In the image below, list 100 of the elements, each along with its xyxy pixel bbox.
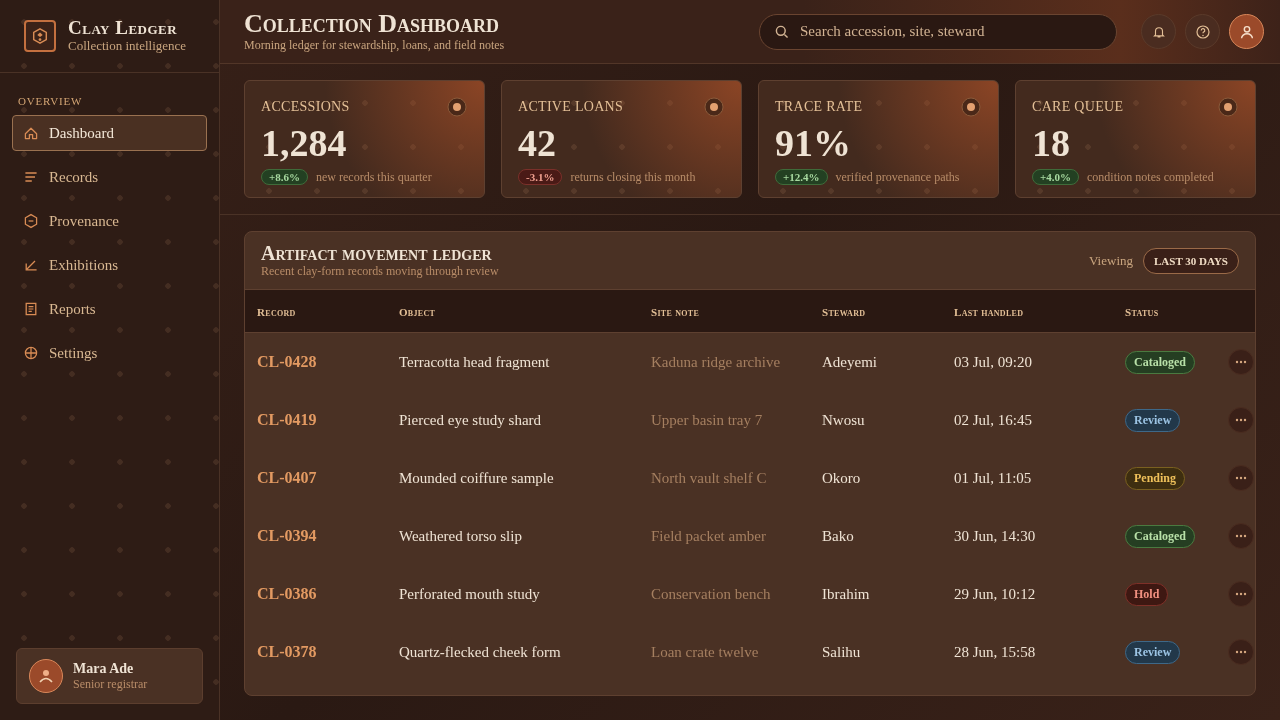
record-id[interactable]: CL-0378 [257,643,317,660]
document-icon [23,301,39,317]
table-cell: Mounded coiffure sample [399,469,554,486]
record-id[interactable]: CL-0394 [257,527,317,544]
stat-note: condition notes completed [1087,169,1214,185]
bell-icon [1151,24,1166,39]
record-id[interactable]: CL-0407 [257,469,317,486]
brand-name: Clay Ledger [68,18,179,38]
table-cell: Nwosu [822,411,865,428]
delta-badge: -3.1% [518,169,563,185]
status-badge: Hold [1125,582,1169,606]
stat-label: ACCESSIONS [261,99,350,115]
table-cell: 02 Jul, 16:45 [954,411,1032,428]
panel-subtitle: Recent clay-form records moving through review [261,264,500,279]
stat-value: 42 [518,121,557,165]
home-icon [23,125,39,141]
user-role: Senior registrar [73,676,148,692]
table-cell: Perforated mouth study [399,585,540,602]
logo-icon [24,20,56,52]
column-header: Site note [651,306,700,318]
more-button[interactable] [1228,465,1254,491]
more-icon [1235,650,1247,654]
record-id[interactable]: CL-0419 [257,411,317,428]
search-field[interactable]: Search accession, site, steward [759,13,1117,50]
list-icon [23,169,39,185]
page-subtitle: Morning ledger for stewardship, loans, and field notes [244,38,506,53]
more-button[interactable] [1228,349,1254,375]
help-icon [1194,23,1211,40]
table-cell: 01 Jul, 11:05 [954,469,1032,486]
table-cell: Field packet amber [651,527,766,544]
status-dot-icon [1218,97,1238,117]
table-cell: 30 Jun, 14:30 [954,527,1036,544]
sidebar-item[interactable]: Provenance [12,203,207,239]
column-header: Status [1125,306,1159,318]
panel-title: Artifact movement ledger [261,242,493,264]
table-cell: Weathered torso slip [399,527,522,544]
table-cell: Salihu [822,643,861,660]
sidebar-item[interactable]: Dashboard [12,115,207,151]
stat-note: returns closing this month [570,169,696,185]
stat-value: 18 [1032,121,1071,165]
table-cell: Bako [822,527,854,544]
stat-label: CARE QUEUE [1032,99,1124,115]
record-id[interactable]: CL-0386 [257,585,317,602]
stat-label: TRACE RATE [775,99,863,115]
more-icon [1235,476,1247,480]
user-name: Mara Ade [73,660,135,677]
more-button[interactable] [1228,407,1254,433]
sidebar-item[interactable]: Records [12,159,207,195]
avatar-icon [29,659,63,693]
more-icon [1235,592,1247,596]
status-dot-icon [704,97,724,117]
table-cell: 28 Jun, 15:58 [954,643,1036,660]
table-cell: Conservation bench [651,585,771,602]
more-icon [1235,534,1247,538]
table-cell: Okoro [822,469,861,486]
column-header: Last handled [954,306,1024,318]
stat-label: ACTIVE LOANS [518,99,624,115]
hexagon-icon [23,213,39,229]
search-input[interactable]: Search accession, site, steward [798,22,1102,41]
record-id[interactable]: CL-0428 [257,353,317,370]
status-badge: Cataloged [1125,524,1195,548]
help-button[interactable] [1185,14,1220,49]
table-cell: Pierced eye study shard [399,411,542,428]
status-dot-icon [447,97,467,117]
viewing-label: Viewing [1089,252,1133,269]
stat-note: new records this quarter [316,169,432,185]
status-badge: Review [1125,640,1181,664]
status-badge: Cataloged [1125,350,1195,374]
stat-note: verified provenance paths [835,169,960,185]
delta-badge: +12.4% [775,169,828,185]
table-cell: 03 Jul, 09:20 [954,353,1032,370]
more-button[interactable] [1228,639,1254,665]
more-button[interactable] [1228,581,1254,607]
globe-icon [23,345,39,361]
status-badge: Review [1125,408,1181,432]
more-icon [1235,360,1247,364]
section-label: OVERVIEW [17,94,84,109]
column-header: Object [399,306,436,318]
column-header: Steward [822,306,866,318]
range-button[interactable]: LAST 30 DAYS [1143,247,1239,274]
sidebar-item[interactable]: Settings [12,335,207,371]
profile-button[interactable] [1229,14,1264,49]
delta-badge: +8.6% [261,169,309,185]
sidebar-item[interactable]: Reports [12,291,207,327]
table-cell: Kaduna ridge archive [651,353,781,370]
table-cell: Upper basin tray 7 [651,411,763,428]
page-title: Collection Dashboard [244,10,501,38]
notifications-button[interactable] [1141,14,1176,49]
table-cell: 29 Jun, 10:12 [954,585,1036,602]
sidebar-item[interactable]: Exhibitions [12,247,207,283]
brand-tagline: Collection intelligence [68,38,187,54]
more-button[interactable] [1228,523,1254,549]
user-card[interactable]: Mara Ade Senior registrar [16,648,203,704]
status-badge: Pending [1125,466,1185,490]
table-cell: Quartz-flecked cheek form [399,643,561,660]
column-header: Record [257,306,296,318]
table-cell: Loan crate twelve [651,643,759,660]
stat-value: 91% [775,121,852,165]
delta-badge: +4.0% [1032,169,1080,185]
stat-value: 1,284 [261,121,348,165]
